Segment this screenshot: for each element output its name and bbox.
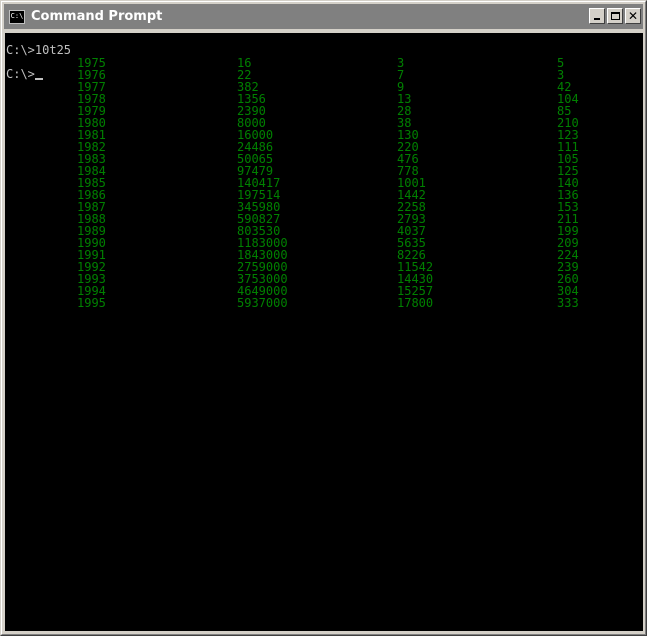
console-output[interactable]: C:\>10t25 C:\> 1975 16 3 5 1976 22 7 3 1977 382 9 4… [5, 33, 643, 631]
command-prompt-window: C:\ Command Prompt ✕ C:\>10t25 C:\> 1975… [0, 0, 647, 636]
maximize-button[interactable] [607, 8, 623, 24]
close-icon: ✕ [627, 9, 639, 23]
minimize-icon [594, 18, 600, 20]
maximize-icon [610, 12, 620, 20]
window-controls: ✕ [589, 8, 641, 24]
close-button[interactable]: ✕ [625, 8, 641, 24]
output-cell: 17800 [397, 296, 434, 310]
output-cell: 333 [557, 296, 579, 310]
output-row: 1995 5937000 17800 333 [5, 297, 643, 309]
minimize-button[interactable] [589, 8, 605, 24]
command-line: C:\>10t25 [6, 43, 72, 57]
output-cell: 5937000 [237, 296, 288, 310]
title-bar[interactable]: C:\ Command Prompt ✕ [4, 4, 643, 29]
output-cell: 1995 [77, 296, 106, 310]
command-prompt-icon[interactable]: C:\ [9, 9, 25, 24]
window-title: Command Prompt [31, 9, 163, 24]
